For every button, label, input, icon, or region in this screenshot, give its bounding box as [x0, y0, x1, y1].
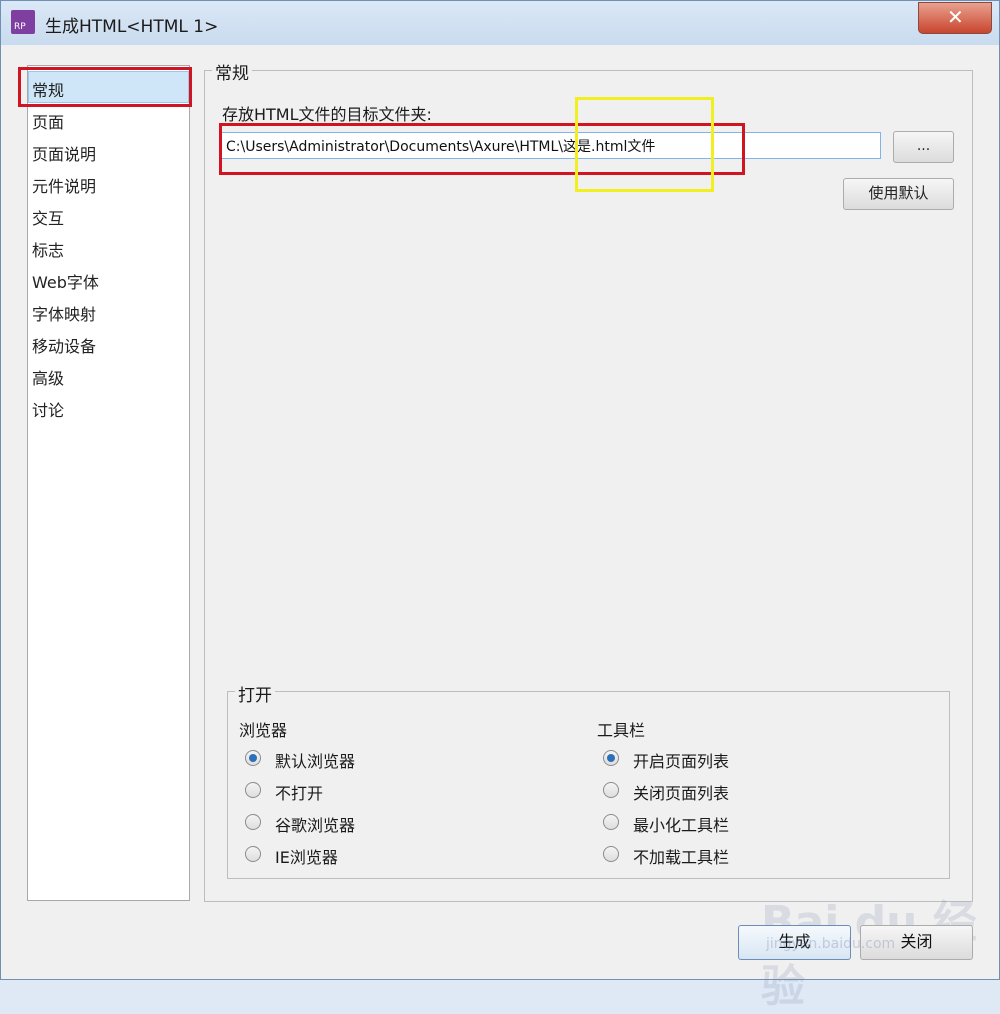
annotation-highlight-filename	[575, 97, 714, 192]
window-title: 生成HTML<HTML 1>	[45, 17, 219, 37]
open-group-title: 打开	[235, 681, 275, 706]
annotation-highlight-sidebar	[18, 67, 192, 107]
radio-button[interactable]	[245, 814, 261, 830]
toolbar-section-title: 工具栏	[597, 721, 646, 740]
radio-label: 默认浏览器	[275, 752, 356, 771]
title-bar: RP 生成HTML<HTML 1> ✕	[1, 1, 999, 45]
radio-button-checked[interactable]	[603, 750, 619, 766]
radio-button[interactable]	[603, 846, 619, 862]
sidebar-item-mobile[interactable]: 移动设备	[32, 333, 96, 357]
browser-section-title: 浏览器	[239, 721, 288, 740]
sidebar-item-widget-notes[interactable]: 元件说明	[32, 173, 96, 197]
radio-button[interactable]	[245, 846, 261, 862]
radio-label: 开启页面列表	[633, 752, 730, 771]
sidebar-item-page-notes[interactable]: 页面说明	[32, 141, 96, 165]
radio-button[interactable]	[603, 782, 619, 798]
axure-rp-icon: RP	[11, 10, 35, 34]
sidebar-item-logo[interactable]: 标志	[32, 237, 64, 261]
radio-label: IE浏览器	[275, 848, 338, 867]
radio-label: 关闭页面列表	[633, 784, 730, 803]
sidebar-item-font-mapping[interactable]: 字体映射	[32, 301, 96, 325]
sidebar-item-discussion[interactable]: 讨论	[32, 397, 64, 421]
settings-category-list: 常规 页面 页面说明 元件说明 交互 标志 Web字体 字体映射 移动设备 高级…	[27, 65, 190, 901]
window-close-button[interactable]: ✕	[918, 2, 992, 34]
sidebar-item-web-fonts[interactable]: Web字体	[32, 269, 99, 293]
target-folder-label: 存放HTML文件的目标文件夹:	[222, 105, 432, 124]
radio-label: 谷歌浏览器	[275, 816, 356, 835]
app-icon-text: RP	[14, 22, 26, 32]
generate-html-dialog: RP 生成HTML<HTML 1> ✕ 常规 页面 页面说明 元件说明 交互 标…	[0, 0, 1000, 1012]
baidu-watermark-url: jingyan.baidu.com	[766, 936, 896, 952]
radio-label: 不加载工具栏	[633, 848, 730, 867]
radio-button[interactable]	[245, 782, 261, 798]
use-default-button[interactable]: 使用默认	[843, 178, 954, 210]
sidebar-item-interactions[interactable]: 交互	[32, 205, 64, 229]
general-group-title: 常规	[212, 59, 252, 84]
radio-label: 最小化工具栏	[633, 816, 730, 835]
browse-button[interactable]: ...	[893, 131, 954, 163]
sidebar-item-pages[interactable]: 页面	[32, 109, 64, 133]
close-icon: ✕	[947, 5, 964, 29]
radio-button-checked[interactable]	[245, 750, 261, 766]
radio-button[interactable]	[603, 814, 619, 830]
sidebar-item-advanced[interactable]: 高级	[32, 365, 64, 389]
radio-label: 不打开	[275, 784, 324, 803]
